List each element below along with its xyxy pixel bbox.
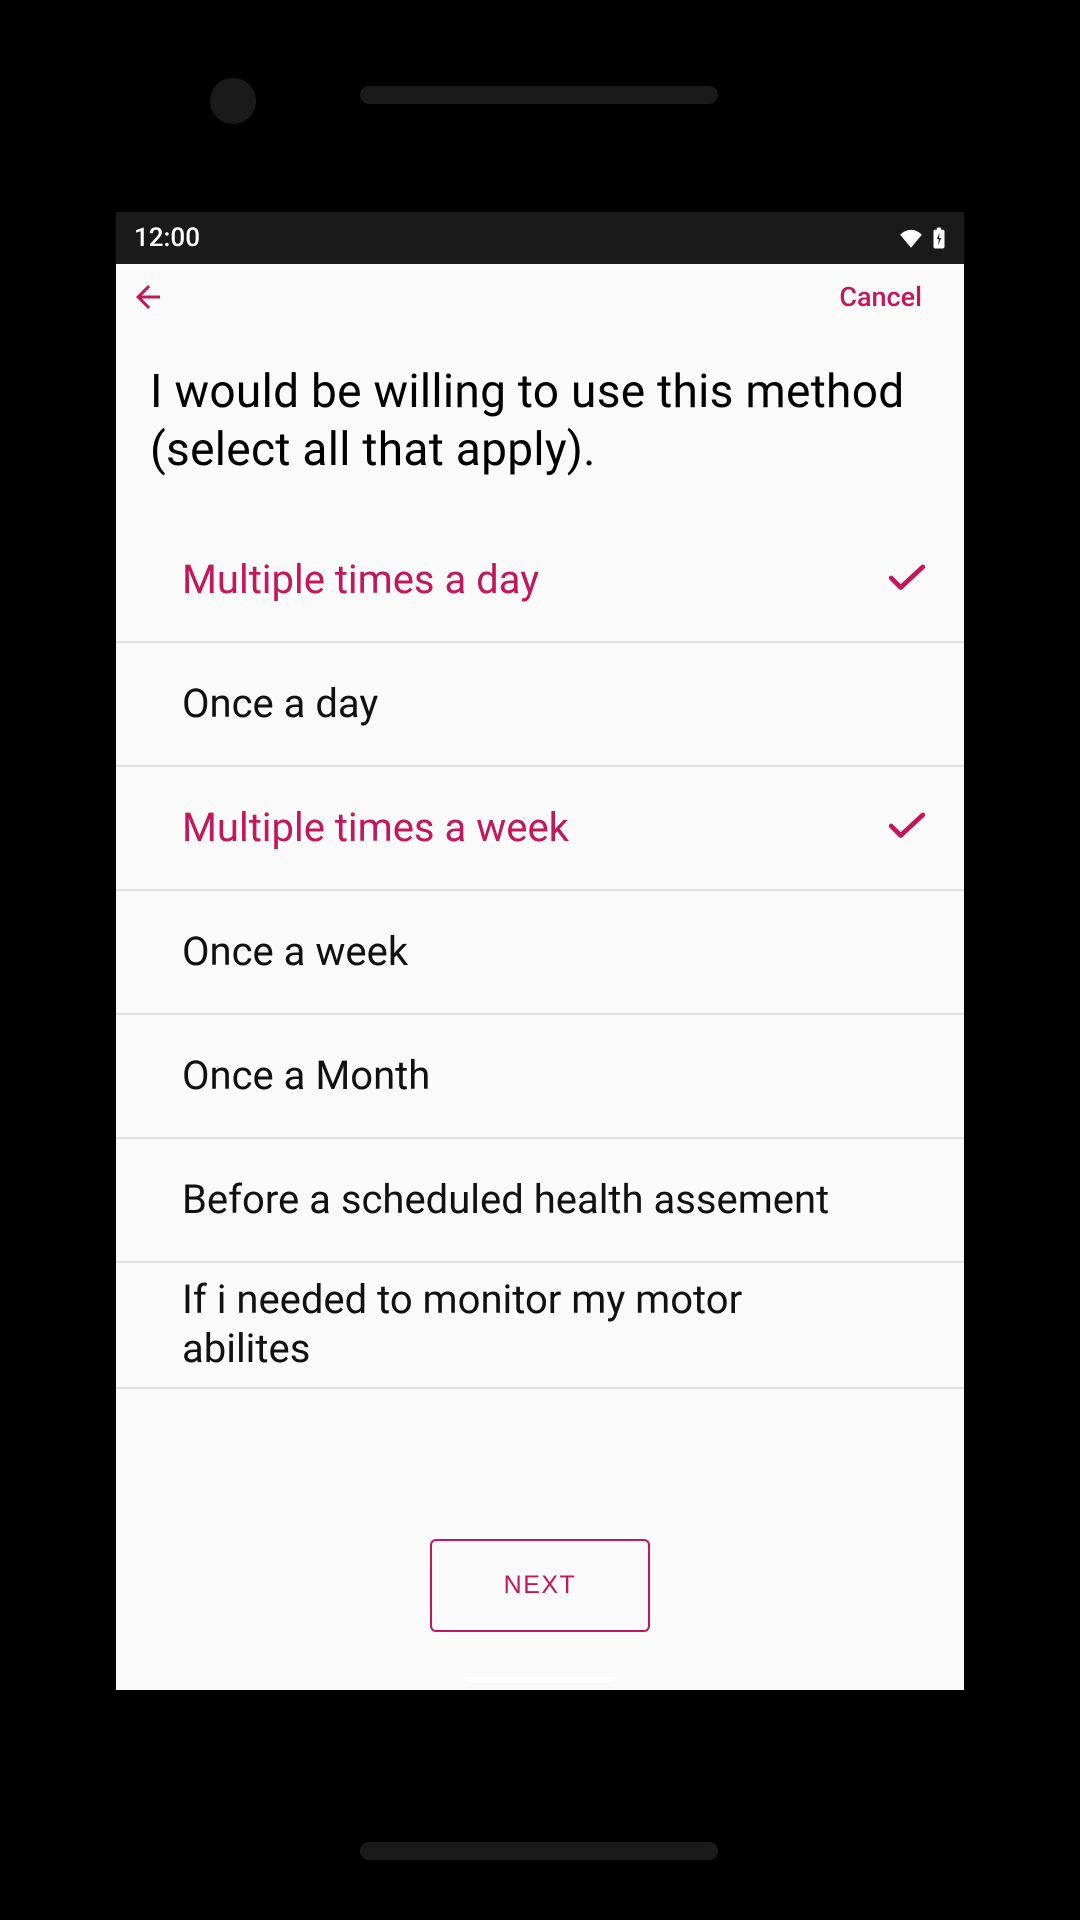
- question-title: I would be willing to use this method (s…: [116, 324, 964, 519]
- status-time: 12:00: [134, 223, 200, 253]
- button-area: NEXT: [116, 1509, 964, 1662]
- option-item[interactable]: Once a day: [116, 643, 964, 767]
- speaker-bottom: [360, 1842, 718, 1860]
- cancel-button[interactable]: Cancel: [839, 281, 946, 313]
- battery-icon: [932, 227, 946, 249]
- option-label: Multiple times a week: [182, 804, 569, 853]
- option-label: Once a day: [182, 680, 378, 729]
- wifi-icon: [898, 228, 924, 248]
- option-label: If i needed to monitor my motor abilites: [182, 1276, 868, 1374]
- back-arrow-icon[interactable]: [128, 277, 168, 317]
- option-item[interactable]: Once a Month: [116, 1015, 964, 1139]
- option-list: Multiple times a day Once a day Multiple t…: [116, 519, 964, 1389]
- option-label: Once a Month: [182, 1052, 430, 1101]
- next-button[interactable]: NEXT: [430, 1539, 651, 1632]
- option-label: Once a week: [182, 928, 408, 977]
- app-header: Cancel: [116, 270, 964, 324]
- option-item[interactable]: Multiple times a day: [116, 519, 964, 643]
- option-item[interactable]: Before a scheduled health assement: [116, 1139, 964, 1263]
- status-icons: [898, 227, 946, 249]
- option-item[interactable]: Multiple times a week: [116, 767, 964, 891]
- option-label: Multiple times a day: [182, 556, 539, 605]
- speaker-top: [360, 86, 718, 104]
- check-icon: [888, 811, 926, 845]
- check-icon: [888, 563, 926, 597]
- option-item[interactable]: Once a week: [116, 891, 964, 1015]
- phone-screen: 12:00 Cancel I would be willing: [116, 212, 964, 1690]
- option-item[interactable]: If i needed to monitor my motor abilites: [116, 1263, 964, 1389]
- camera-dot: [210, 78, 256, 124]
- status-bar: 12:00: [116, 212, 964, 264]
- option-label: Before a scheduled health assement: [182, 1176, 829, 1225]
- nav-indicator: [465, 1677, 615, 1682]
